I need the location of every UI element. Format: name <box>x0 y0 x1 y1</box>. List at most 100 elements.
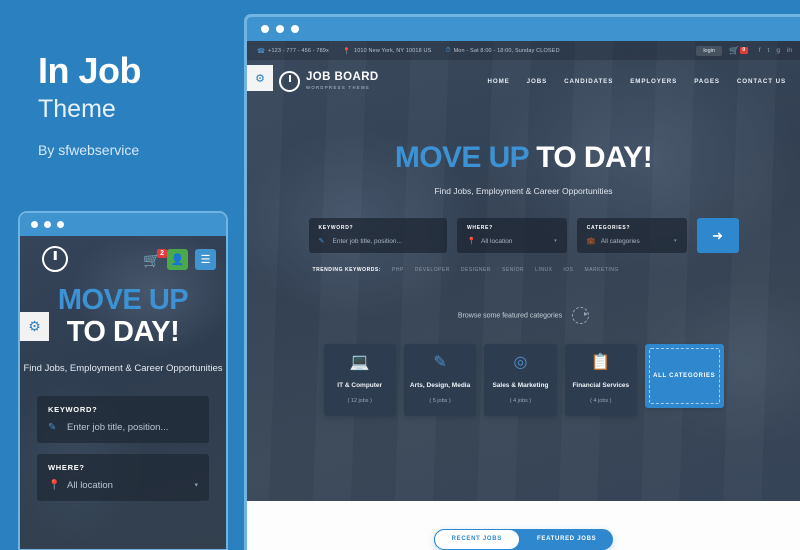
mobile-settings-tab[interactable]: ⚙ <box>20 312 49 341</box>
hero-headline-rest: TO DAY! <box>528 141 653 174</box>
settings-tab[interactable]: ⚙ <box>247 65 273 91</box>
site-navbar: ⚙ JOB BOARD WORDPRESS THEME HOME JOBS CA… <box>247 61 800 101</box>
linkedin-icon[interactable]: in <box>787 47 792 54</box>
window-dot-maximize[interactable] <box>57 221 64 228</box>
mobile-keyword-placeholder: Enter job title, position... <box>67 421 169 433</box>
clock-icon: ⏱ <box>445 46 451 54</box>
jobs-toggle: RECENT JOBS FEATURED JOBS <box>433 528 614 550</box>
trending-keyword-ios[interactable]: IOS <box>563 267 573 273</box>
topbar-phone: ☎ +123 - 777 - 456 - 789x <box>257 47 329 55</box>
search-categories-value: All categories <box>600 237 640 245</box>
map-pin-icon: 📍 <box>342 47 351 55</box>
mobile-header: 🛒 2 👤 ☰ <box>20 236 226 282</box>
nav-item-employers[interactable]: EMPLOYERS <box>630 78 677 85</box>
mobile-menu-button[interactable]: ☰ <box>195 248 216 270</box>
category-count: ( 12 jobs ) <box>347 398 372 404</box>
monitor-code-icon: 💻 <box>349 354 370 371</box>
category-name: Financial Services <box>572 382 630 389</box>
search-keyword-label: KEYWORD? <box>318 225 354 231</box>
promo-title: In Job <box>38 50 142 91</box>
window-dot-maximize[interactable] <box>291 25 299 33</box>
window-dot-minimize[interactable] <box>276 25 284 33</box>
chevron-down-icon[interactable]: ▾ <box>554 238 557 244</box>
topbar-address-text: 1010 New York, NY 10018 US <box>353 47 432 54</box>
window-dot-minimize[interactable] <box>44 221 51 228</box>
search-categories-field[interactable]: CATEGORIES? 💼 All categories ▾ <box>576 218 687 253</box>
facebook-icon[interactable]: f <box>759 47 761 54</box>
trending-keyword-marketing[interactable]: MARKETING <box>585 267 619 273</box>
arrow-right-icon: ➜ <box>712 227 723 243</box>
category-card-financial-services[interactable]: 📋 Financial Services ( 4 jobs ) <box>564 344 637 416</box>
all-categories-label: ALL CATEGORIES <box>653 373 716 379</box>
hero-headline: MOVE UP TO DAY! <box>247 143 800 173</box>
edit-pencil-icon: ✎ <box>48 421 57 433</box>
nav-item-jobs[interactable]: JOBS <box>527 78 547 85</box>
logo-name: JOB BOARD <box>306 71 379 84</box>
search-keyword-field[interactable]: KEYWORD? ✎ Enter job title, position... <box>308 218 447 253</box>
category-name: IT & Computer <box>337 382 383 389</box>
mobile-where-value: All location <box>67 479 113 491</box>
nav-item-contact-us[interactable]: CONTACT US <box>737 78 786 85</box>
cart-button[interactable]: 🛒 0 <box>729 46 748 55</box>
chevron-down-icon[interactable]: ▾ <box>194 481 198 489</box>
promo-panel: In Job Theme By sfwebservice 🛒 2 👤 ☰ ⚙ M… <box>0 0 240 550</box>
topbar-hours: ⏱ Mon - Sat 8:00 - 18:00, Sunday CLOSED <box>445 47 559 55</box>
map-pin-icon: 📍 <box>48 479 61 491</box>
mobile-logo-icon[interactable] <box>42 246 68 272</box>
nav-item-home[interactable]: HOME <box>488 78 510 85</box>
search-submit-button[interactable]: ➜ <box>696 218 739 253</box>
mobile-where-label: WHERE? <box>48 462 85 472</box>
twitter-icon[interactable]: t <box>768 47 770 54</box>
mobile-headline-accent: MOVE UP <box>57 284 189 316</box>
mobile-headline-rest: TO DAY! <box>66 316 180 349</box>
site-logo[interactable]: JOB BOARD WORDPRESS THEME <box>279 70 379 92</box>
hero-headline-accent: MOVE UP <box>394 141 529 174</box>
mobile-hero-text: MOVE UP TO DAY! Find Jobs, Employment & … <box>20 282 226 374</box>
job-search-form: KEYWORD? ✎ Enter job title, position... … <box>308 218 739 253</box>
trending-keyword-senior[interactable]: SENIOR <box>502 267 524 273</box>
mobile-keyword-label: KEYWORD? <box>48 404 98 414</box>
chevron-down-icon[interactable]: ▾ <box>674 238 677 244</box>
promo-author: By sfwebservice <box>38 142 140 159</box>
trending-keyword-designer[interactable]: DESIGNER <box>461 267 491 273</box>
nav-item-candidates[interactable]: CANDIDATES <box>564 78 613 85</box>
tab-recent-jobs[interactable]: RECENT JOBS <box>433 528 521 550</box>
topbar-address: 📍 1010 New York, NY 10018 US <box>343 47 432 55</box>
edit-pencil-icon: ✎ <box>318 238 325 245</box>
category-name: Sales & Marketing <box>492 382 549 389</box>
google-plus-icon[interactable]: g <box>776 47 780 54</box>
target-dart-icon: ◎ <box>513 354 528 371</box>
mobile-where-field[interactable]: WHERE? 📍 All location ▾ <box>37 453 209 501</box>
search-where-field[interactable]: WHERE? 📍 All location ▾ <box>456 218 567 253</box>
social-links: f t g in <box>759 47 792 54</box>
category-card-arts-design-media[interactable]: ✎ Arts, Design, Media ( 5 jobs ) <box>403 344 477 416</box>
trending-keyword-developer[interactable]: DEVELOPER <box>415 267 450 273</box>
user-icon: 👤 <box>170 253 185 266</box>
hamburger-menu-icon: ☰ <box>200 253 211 266</box>
window-dot-close[interactable] <box>31 221 38 228</box>
category-name: Arts, Design, Media <box>409 382 471 389</box>
category-count: ( 5 jobs ) <box>429 398 451 404</box>
tab-featured-jobs[interactable]: FEATURED JOBS <box>520 529 613 550</box>
hero-subheadline: Find Jobs, Employment & Career Opportuni… <box>434 186 613 196</box>
shopping-cart-icon: 🛒 <box>728 46 739 55</box>
mobile-cart-button[interactable]: 🛒 2 <box>143 248 167 267</box>
mobile-user-button[interactable]: 👤 <box>167 248 188 270</box>
category-card-sales-marketing[interactable]: ◎ Sales & Marketing ( 4 jobs ) <box>484 344 557 416</box>
search-categories-label: CATEGORIES? <box>586 225 631 231</box>
category-count: ( 4 jobs ) <box>590 398 612 404</box>
mobile-cart-badge: 2 <box>157 248 167 258</box>
search-keyword-input[interactable]: Enter job title, position... <box>333 238 437 245</box>
window-dot-close[interactable] <box>261 25 269 33</box>
mobile-keyword-field[interactable]: KEYWORD? ✎ Enter job title, position... <box>37 395 209 443</box>
desktop-browser-chrome <box>247 17 800 41</box>
power-clock-icon <box>279 70 300 92</box>
nav-item-pages[interactable]: PAGES <box>694 78 720 85</box>
all-categories-button[interactable]: ALL CATEGORIES <box>645 344 724 408</box>
briefcase-icon: 💼 <box>586 238 596 245</box>
promo-subtitle: Theme <box>38 94 116 123</box>
login-button[interactable]: login <box>696 45 722 56</box>
trending-keyword-linux[interactable]: LINUX <box>535 267 552 273</box>
trending-keyword-php[interactable]: PHP <box>392 267 404 273</box>
category-card-it-computer[interactable]: 💻 IT & Computer ( 12 jobs ) <box>323 344 396 416</box>
